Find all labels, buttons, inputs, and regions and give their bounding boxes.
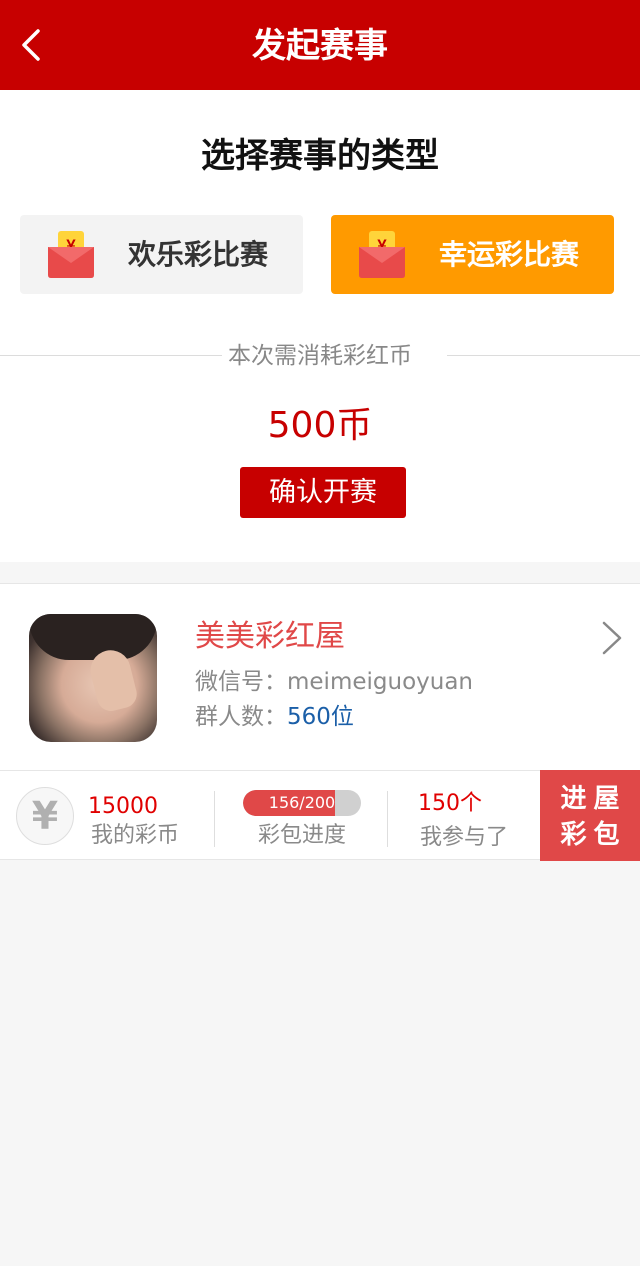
- my-coins-value: 15000: [88, 794, 158, 819]
- stats-bar: ¥ 15000 我的彩币 156/200 彩包进度 150个 我参与了 进屋 彩…: [0, 770, 640, 861]
- yen-glyph: ¥: [31, 794, 59, 838]
- option-label: 幸运彩比赛: [439, 238, 580, 271]
- cost-amount: 500币: [267, 405, 373, 446]
- wechat-id: 微信号：meimeiguoyuan: [195, 669, 473, 695]
- stats-divider: [214, 791, 215, 847]
- member-count-value: 560位: [287, 704, 354, 730]
- lucky-lottery-option[interactable]: ¥ 幸运彩比赛: [331, 215, 614, 294]
- enter-room-packet-button[interactable]: 进屋 彩包: [540, 770, 640, 861]
- section-title: 选择赛事的类型: [201, 136, 439, 176]
- option-label: 欢乐彩比赛: [128, 238, 269, 271]
- progress-text: 156/200: [268, 793, 336, 812]
- cost-divider: 本次需消耗彩红币: [0, 340, 640, 380]
- coin-icon: ¥: [16, 787, 74, 845]
- joined-count-label: 我参与了: [420, 825, 509, 850]
- avatar-hair: [29, 614, 157, 660]
- group-profile-card[interactable]: 美美彩红屋 微信号：meimeiguoyuan 群人数：560位: [0, 583, 640, 770]
- red-envelope-icon: ¥: [48, 231, 94, 278]
- my-coins-label: 我的彩币: [91, 823, 180, 848]
- enter-button-line2: 彩包: [560, 820, 627, 850]
- red-envelope-icon: ¥: [359, 231, 405, 278]
- page-title: 发起赛事: [252, 26, 388, 66]
- progress-label: 彩包进度: [258, 823, 347, 848]
- top-bar: 发起赛事: [0, 0, 640, 90]
- member-count: 群人数：560位: [195, 701, 354, 733]
- avatar: [29, 614, 157, 742]
- member-count-label: 群人数：: [195, 704, 287, 730]
- divider-line-right: [447, 355, 640, 356]
- joined-count-value: 150个: [418, 791, 482, 816]
- match-setup-panel: 选择赛事的类型 ¥ 欢乐彩比赛 ¥ 幸运彩比赛 本次需消耗彩红币 500币 确认…: [0, 90, 640, 562]
- happy-lottery-option[interactable]: ¥ 欢乐彩比赛: [20, 215, 303, 294]
- confirm-start-button[interactable]: 确认开赛: [240, 467, 406, 518]
- stats-divider: [387, 791, 388, 847]
- enter-button-line1: 进屋: [560, 784, 627, 814]
- cost-label: 本次需消耗彩红币: [228, 343, 412, 369]
- chevron-right-icon: [602, 621, 622, 655]
- packet-progress-bar: 156/200: [243, 790, 361, 816]
- group-name: 美美彩红屋: [195, 619, 345, 654]
